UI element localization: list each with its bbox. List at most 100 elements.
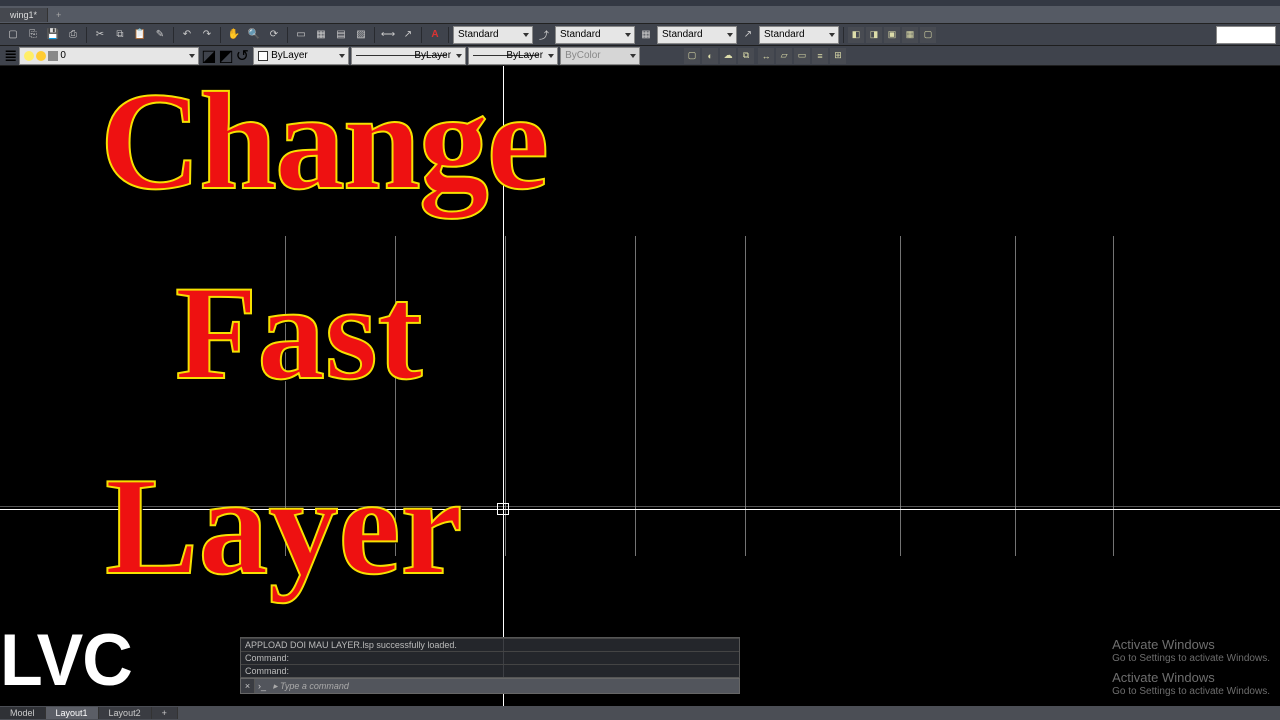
table-icon[interactable]: ▤: [332, 26, 350, 44]
save-icon[interactable]: 💾: [44, 26, 62, 44]
measure-icons: ↔ ▱ ▭ ≡ ⊞: [758, 48, 846, 64]
overlay-title-1: Change: [100, 75, 547, 208]
match-icon[interactable]: ✎: [151, 26, 169, 44]
region-icon[interactable]: ▭: [794, 48, 810, 64]
viewport2-icon[interactable]: ◨: [866, 27, 882, 43]
zoom-icon[interactable]: 🔍: [245, 26, 263, 44]
table-style-dropdown[interactable]: Standard: [657, 26, 737, 44]
text-style-dropdown[interactable]: Standard: [453, 26, 533, 44]
separator: [220, 27, 221, 43]
close-icon[interactable]: ×: [241, 679, 255, 693]
mleaderstyle-icon[interactable]: ↗: [739, 26, 757, 44]
viewport-icon[interactable]: ◧: [848, 27, 864, 43]
orbit-icon[interactable]: ⟳: [265, 26, 283, 44]
viewport3-icon[interactable]: ▣: [884, 27, 900, 43]
lineweight-dropdown[interactable]: ByLayer: [468, 47, 558, 65]
document-tab-row: wing1* +: [0, 6, 1280, 24]
group-icon[interactable]: ⧉: [738, 48, 754, 64]
undo-icon[interactable]: ↶: [178, 26, 196, 44]
dd-value: Standard: [764, 29, 805, 40]
redo-icon[interactable]: ↷: [198, 26, 216, 44]
toolbar-row-1: ▢ ⎘ 💾 ⎙ ✂ ⧉ 📋 ✎ ↶ ↷ ✋ 🔍 ⟳ ▭ ▦ ▤ ▨ ⟷ ↗ A …: [0, 24, 1280, 46]
history-line: Command:: [241, 651, 739, 664]
history-line: APPLOAD DOI MAU LAYER.lsp successfully l…: [241, 638, 739, 651]
separator: [287, 27, 288, 43]
command-prompt[interactable]: ▸ Type a command: [269, 681, 353, 692]
search-box[interactable]: [1216, 26, 1276, 44]
layeruniso-icon[interactable]: ◩: [219, 46, 234, 66]
rect-icon[interactable]: ▭: [292, 26, 310, 44]
new-icon[interactable]: ▢: [4, 26, 22, 44]
separator: [421, 27, 422, 43]
toolbar-row-2: ≣ 0 ◪ ◩ ↺ ByLayer ByLayer ByLayer ByColo…: [0, 46, 1280, 66]
sun-icon: [36, 51, 46, 61]
dist-icon[interactable]: ↔: [758, 48, 774, 64]
separator: [86, 27, 87, 43]
leader-icon[interactable]: ↗: [399, 26, 417, 44]
document-tab[interactable]: wing1*: [0, 8, 48, 22]
drawing-line-v: [900, 236, 901, 556]
copy-icon[interactable]: ⧉: [111, 26, 129, 44]
linetype-dropdown[interactable]: ByLayer: [351, 47, 466, 65]
area-icon[interactable]: ▱: [776, 48, 792, 64]
ref-icons: ▢ ◐ ☁ ⧉: [684, 48, 754, 64]
viewport4-icon[interactable]: ▦: [902, 27, 918, 43]
text-icon[interactable]: A: [426, 26, 444, 44]
color-dropdown[interactable]: ByLayer: [253, 47, 349, 65]
logo-watermark: LVC: [0, 618, 132, 702]
list-icon[interactable]: ≡: [812, 48, 828, 64]
revcloud-icon[interactable]: ☁: [720, 48, 736, 64]
pan-icon[interactable]: ✋: [225, 26, 243, 44]
add-layout-button[interactable]: +: [152, 707, 178, 719]
calc-icon[interactable]: ⊞: [830, 48, 846, 64]
layout1-tab[interactable]: Layout1: [46, 707, 99, 719]
dd-value: Standard: [662, 29, 703, 40]
dd-value: ByLayer: [271, 50, 308, 61]
viewport5-icon[interactable]: ▢: [920, 27, 936, 43]
color-swatch: [258, 51, 268, 61]
dd-value: Standard: [560, 29, 601, 40]
paste-icon[interactable]: 📋: [131, 26, 149, 44]
plotstyle-dropdown[interactable]: ByColor: [560, 47, 640, 65]
separator: [843, 27, 844, 43]
dim-icon[interactable]: ⟷: [379, 26, 397, 44]
chevron-icon[interactable]: ›_: [255, 679, 269, 693]
add-tab-button[interactable]: +: [48, 8, 69, 22]
pickbox-cursor: [497, 503, 509, 515]
tablestyle-icon[interactable]: ▦: [637, 26, 655, 44]
command-placeholder: Type a command: [280, 681, 349, 691]
dd-value: ByLayer: [414, 50, 451, 61]
activate-windows-watermark: Activate Windows Go to Settings to activ…: [1112, 637, 1270, 665]
bulb-icon: [24, 51, 34, 61]
activate-subtitle: Go to Settings to activate Windows.: [1112, 653, 1270, 665]
model-tab[interactable]: Model: [0, 707, 46, 719]
overlay-title-3: Layer: [105, 460, 463, 593]
activate-title: Activate Windows: [1112, 670, 1270, 686]
wipeout-icon[interactable]: ◐: [702, 48, 718, 64]
dim-style-dropdown[interactable]: Standard: [555, 26, 635, 44]
drawing-line-v: [1015, 236, 1016, 556]
drawing-line-v: [1113, 236, 1114, 556]
layer-props-icon[interactable]: ≣: [4, 46, 17, 66]
open-icon[interactable]: ⎘: [24, 26, 42, 44]
overlay-title-2: Fast: [175, 270, 422, 398]
cut-icon[interactable]: ✂: [91, 26, 109, 44]
layout2-tab[interactable]: Layout2: [99, 707, 152, 719]
mleader-style-dropdown[interactable]: Standard: [759, 26, 839, 44]
window-icons: ◧ ◨ ▣ ▦ ▢: [848, 27, 936, 43]
activate-subtitle: Go to Settings to activate Windows.: [1112, 686, 1270, 698]
layeriso-icon[interactable]: ◪: [201, 46, 216, 66]
grid-icon[interactable]: ▦: [312, 26, 330, 44]
command-line[interactable]: × ›_ ▸ Type a command: [240, 678, 740, 694]
layerprev-icon[interactable]: ↺: [236, 46, 249, 66]
command-history[interactable]: APPLOAD DOI MAU LAYER.lsp successfully l…: [240, 637, 740, 678]
separator: [173, 27, 174, 43]
hatch-icon[interactable]: ▨: [352, 26, 370, 44]
print-icon[interactable]: ⎙: [64, 26, 82, 44]
ref-icon[interactable]: ▢: [684, 48, 700, 64]
layer-dropdown[interactable]: 0: [19, 47, 199, 65]
drawing-line-v: [635, 236, 636, 556]
layer-name: 0: [60, 50, 66, 61]
layout-tabs: Model Layout1 Layout2 +: [0, 706, 1280, 720]
dimstyle-icon[interactable]: ⤴: [535, 26, 553, 44]
